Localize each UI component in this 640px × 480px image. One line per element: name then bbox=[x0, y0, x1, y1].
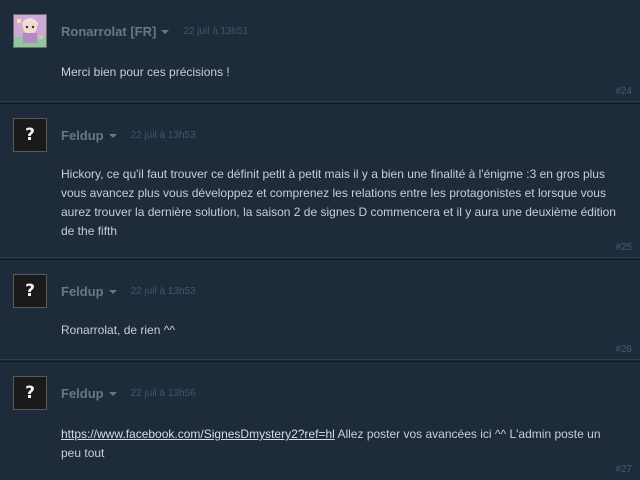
post-timestamp: 22 juil à 13h53 bbox=[130, 285, 196, 297]
user-avatar[interactable]: ? bbox=[13, 118, 47, 152]
post-number[interactable]: #26 bbox=[615, 344, 632, 355]
user-avatar[interactable]: ? bbox=[13, 376, 47, 410]
author-line: Feldup 22 juil à 13h56 bbox=[61, 385, 196, 401]
question-mark-icon: ? bbox=[25, 280, 35, 301]
author-name[interactable]: Feldup bbox=[61, 128, 104, 143]
post-number[interactable]: #25 bbox=[615, 242, 632, 253]
author-name[interactable]: Feldup bbox=[61, 284, 104, 299]
comment-thread: Ronarrolat [FR] 22 juil à 13h51 Merci bi… bbox=[0, 0, 640, 480]
facebook-link[interactable]: https://www.facebook.com/SignesDmystery2… bbox=[61, 427, 335, 441]
comment-post: ? Feldup 22 juil à 13h53 Ronarrolat, de … bbox=[0, 259, 640, 360]
author-line: Feldup 22 juil à 13h53 bbox=[61, 127, 196, 143]
comment-post: ? Feldup 22 juil à 13h53 Hickory, ce qu'… bbox=[0, 103, 640, 258]
chevron-down-icon[interactable] bbox=[108, 289, 117, 294]
post-timestamp: 22 juil à 13h51 bbox=[183, 25, 249, 37]
user-avatar[interactable]: ? bbox=[13, 274, 47, 308]
post-body: Merci bien pour ces précisions ! bbox=[61, 65, 230, 79]
author-line: Feldup 22 juil à 13h53 bbox=[61, 283, 196, 299]
comment-post: ? Feldup 22 juil à 13h56 https://www.fac… bbox=[0, 361, 640, 480]
user-avatar[interactable] bbox=[13, 14, 47, 48]
character-avatar-icon bbox=[14, 15, 46, 47]
post-timestamp: 22 juil à 13h53 bbox=[130, 129, 196, 141]
post-body: https://www.facebook.com/SignesDmystery2… bbox=[61, 425, 621, 463]
comment-post: Ronarrolat [FR] 22 juil à 13h51 Merci bi… bbox=[0, 0, 640, 102]
author-name[interactable]: Ronarrolat [FR] bbox=[61, 24, 156, 39]
author-name[interactable]: Feldup bbox=[61, 386, 104, 401]
post-body: Ronarrolat, de rien ^^ bbox=[61, 323, 175, 337]
chevron-down-icon[interactable] bbox=[108, 133, 117, 138]
chevron-down-icon[interactable] bbox=[108, 391, 117, 396]
post-timestamp: 22 juil à 13h56 bbox=[130, 387, 196, 399]
chevron-down-icon[interactable] bbox=[161, 29, 170, 34]
post-number[interactable]: #24 bbox=[615, 86, 632, 97]
author-line: Ronarrolat [FR] 22 juil à 13h51 bbox=[61, 23, 248, 39]
post-number[interactable]: #27 bbox=[615, 464, 632, 475]
post-body: Hickory, ce qu'il faut trouver ce défini… bbox=[61, 167, 616, 238]
question-mark-icon: ? bbox=[25, 124, 35, 145]
question-mark-icon: ? bbox=[25, 382, 35, 403]
